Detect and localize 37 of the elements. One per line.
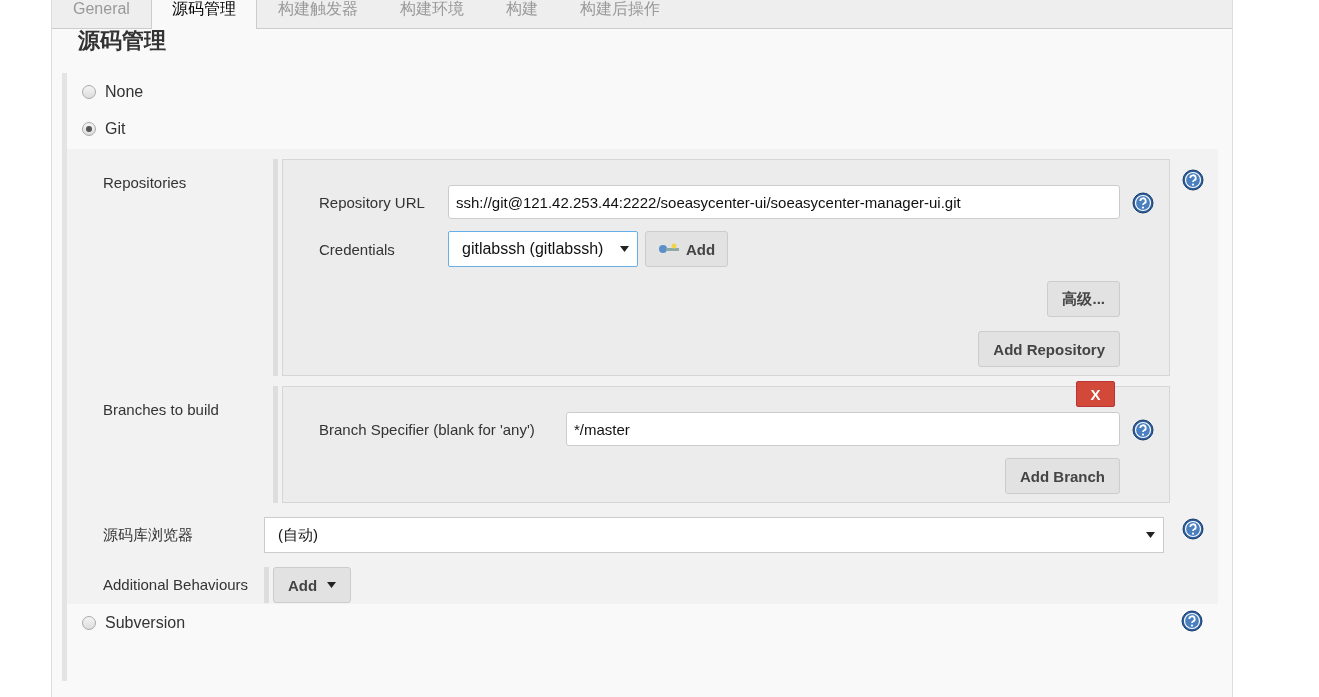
credentials-label: Credentials xyxy=(319,240,396,258)
repository-browser-label: 源码库浏览器 xyxy=(102,525,194,545)
scm-radio-option[interactable]: None xyxy=(67,73,144,110)
repositories-label: Repositories xyxy=(102,173,188,191)
add-branch-button[interactable]: Add Branch xyxy=(1005,458,1120,494)
dropdown-caret-icon xyxy=(1146,532,1155,538)
branch-specifier-label: Branch Specifier (blank for 'any') xyxy=(319,420,536,438)
radio-label: None xyxy=(105,82,144,101)
key-icon xyxy=(658,243,680,255)
add-repository-button[interactable]: Add Repository xyxy=(978,331,1120,367)
radio-button[interactable] xyxy=(82,121,96,136)
additional-behaviours-label: Additional Behaviours xyxy=(102,575,250,593)
radio-label: Subversion xyxy=(105,613,186,632)
credentials-select[interactable]: gitlabssh (gitlabssh) xyxy=(448,231,638,267)
scm-radio-option[interactable]: Subversion xyxy=(67,604,186,641)
help-icon[interactable] xyxy=(1182,518,1204,540)
scm-radio-option[interactable]: Git xyxy=(67,110,126,147)
help-icon[interactable] xyxy=(1132,192,1154,214)
repository-browser-select[interactable]: (自动) xyxy=(264,517,1164,553)
radio-button[interactable] xyxy=(82,84,96,99)
radio-button[interactable] xyxy=(82,615,96,630)
help-icon[interactable] xyxy=(1132,419,1154,441)
branch-specifier-field[interactable]: */master xyxy=(566,412,1120,446)
help-icon[interactable] xyxy=(1182,169,1204,191)
add-credentials-button[interactable]: Add xyxy=(645,231,729,267)
repository-url-field[interactable]: ssh://git@121.42.253.44:2222/soeasycenter-ui/soeasycenter-manager-ui.git xyxy=(448,185,1120,219)
advanced-button[interactable]: 高级... xyxy=(1047,281,1120,317)
dropdown-caret-icon xyxy=(620,246,629,252)
tab[interactable]: 源码管理 xyxy=(150,0,257,29)
radio-label: Git xyxy=(105,119,126,138)
add-behaviour-button[interactable]: Add xyxy=(273,567,352,603)
help-icon[interactable] xyxy=(1181,609,1203,632)
delete-branch-button[interactable]: X xyxy=(1076,381,1115,407)
branches-label: Branches to build xyxy=(102,400,220,418)
dropdown-caret-icon xyxy=(327,582,337,588)
section-heading: 源码管理 xyxy=(78,29,167,53)
repository-url-label: Repository URL xyxy=(319,193,426,211)
